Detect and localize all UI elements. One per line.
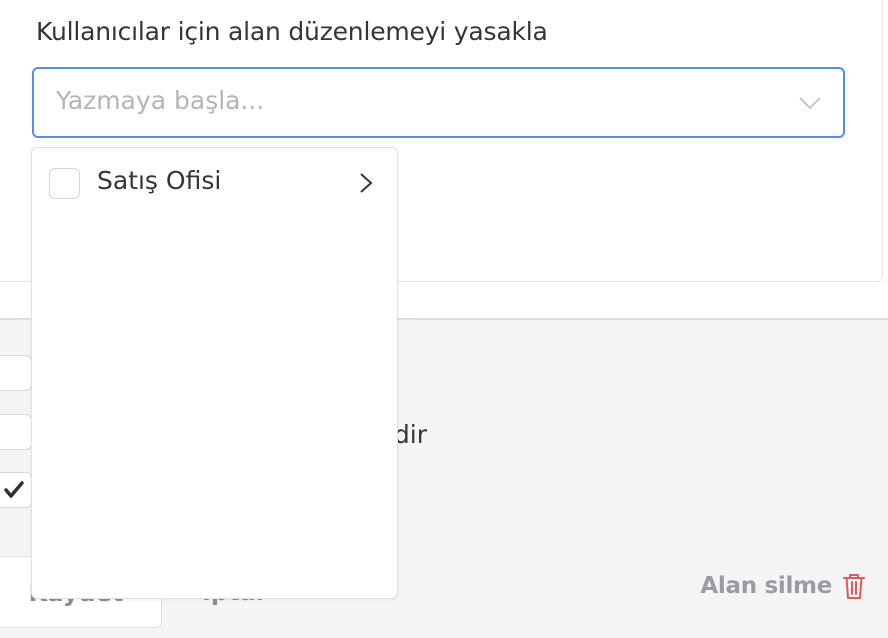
trash-icon bbox=[843, 574, 865, 599]
option-checkbox-checked[interactable] bbox=[0, 472, 32, 508]
dropdown-item-satis-ofisi[interactable]: Satış Ofisi bbox=[32, 160, 397, 206]
select-dropdown-menu: Satış Ofisi bbox=[31, 147, 398, 599]
dropdown-item-label: Satış Ofisi bbox=[97, 166, 222, 195]
field-settings-screen: Kullanıcılar için alan düzenlemeyi yasak… bbox=[0, 0, 888, 638]
field-label: Kullanıcılar için alan düzenlemeyi yasak… bbox=[36, 17, 548, 46]
option-checkbox[interactable] bbox=[0, 355, 32, 391]
delete-field-label: Alan silme bbox=[700, 573, 832, 599]
chevron-right-icon[interactable] bbox=[359, 171, 373, 195]
user-select-input[interactable]: Yazmaya başla... bbox=[32, 67, 845, 138]
delete-field-button[interactable]: Alan silme bbox=[700, 572, 866, 600]
select-placeholder: Yazmaya başla... bbox=[56, 86, 265, 115]
dropdown-item-checkbox[interactable] bbox=[49, 168, 80, 199]
checkmark-icon bbox=[4, 481, 24, 498]
option-checkbox[interactable] bbox=[0, 414, 32, 450]
chevron-down-icon[interactable] bbox=[797, 91, 823, 115]
